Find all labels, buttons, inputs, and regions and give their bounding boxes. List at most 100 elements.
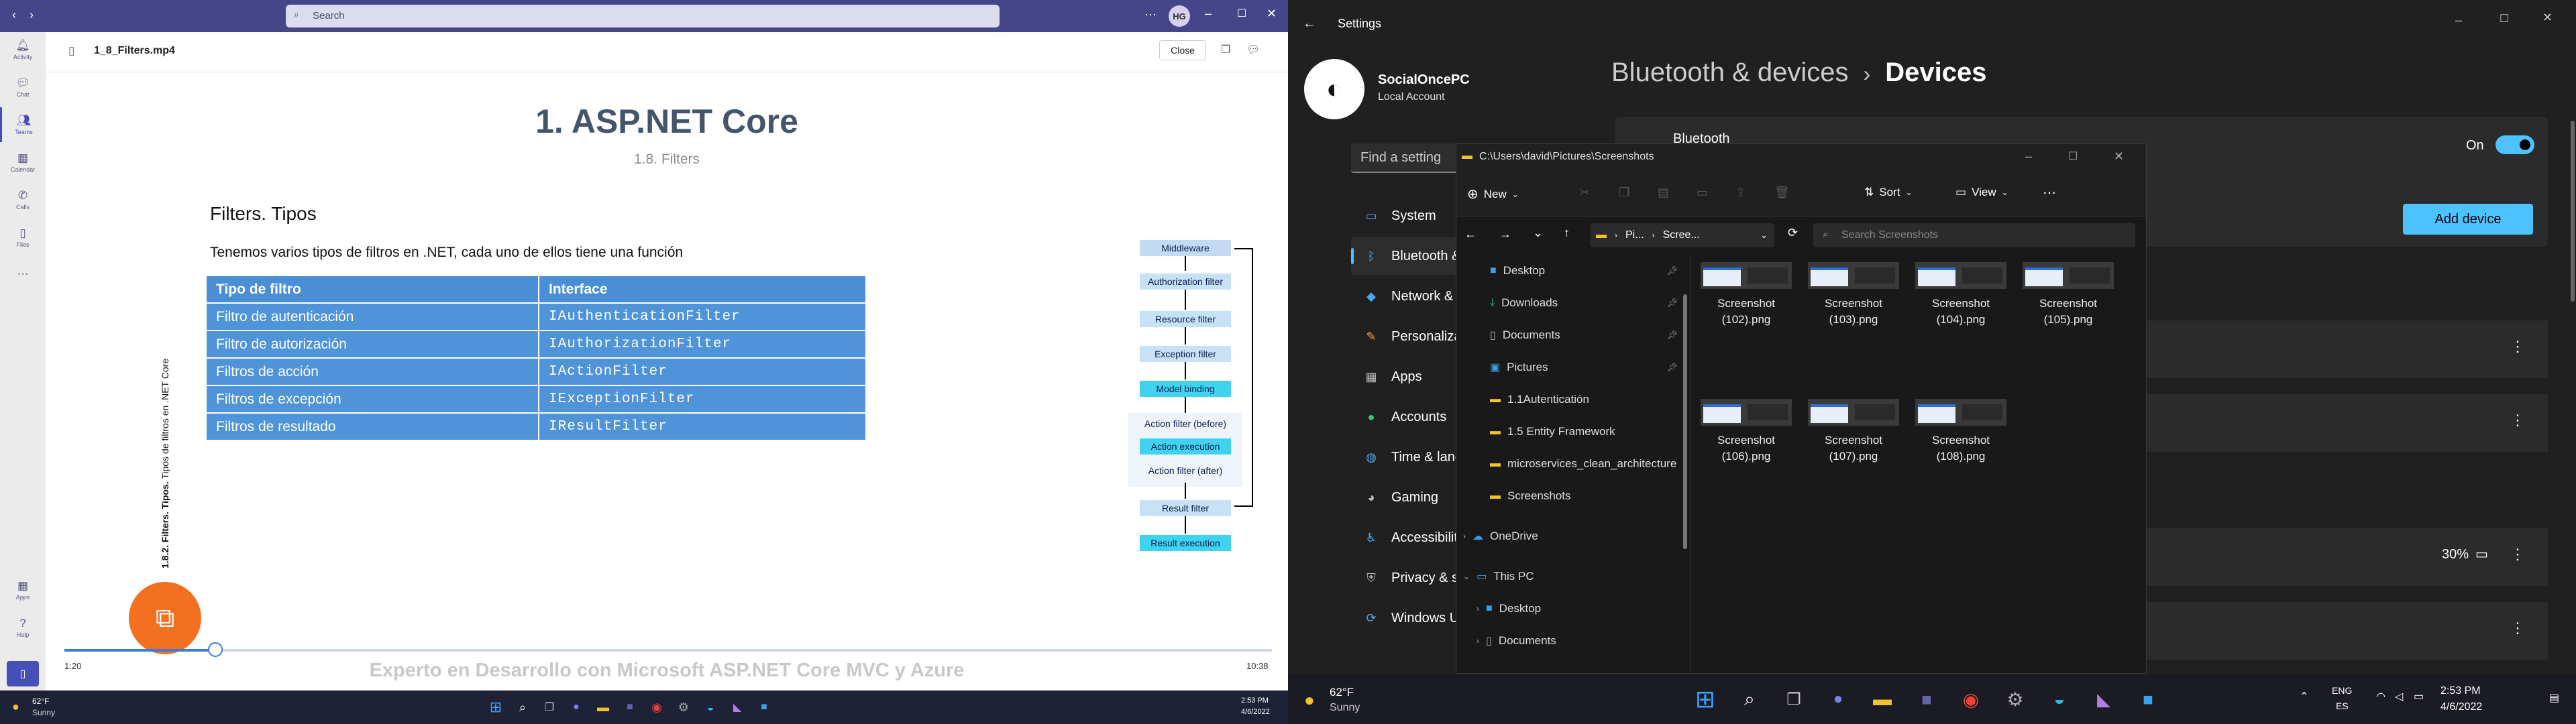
notification-icon[interactable]: ▤: [2549, 691, 2559, 705]
nav-item-folder[interactable]: ▬ microservices_clean_architecture: [1490, 454, 1684, 474]
app-icon[interactable]: ■: [2135, 686, 2161, 713]
search-icon[interactable]: ⌕: [514, 699, 531, 716]
file-item[interactable]: Screenshot (106).png: [1699, 399, 1793, 466]
nav-item-onedrive[interactable]: › ☁ OneDrive: [1463, 526, 1678, 546]
new-button[interactable]: ⊕ New ⌄: [1467, 186, 1519, 202]
app-icon[interactable]: ■: [755, 699, 773, 716]
rail-item-chat[interactable]: 💬︎ Chat: [0, 70, 46, 105]
task-view-icon[interactable]: ❐: [541, 699, 558, 716]
visual-studio-icon[interactable]: ◣: [729, 699, 746, 716]
nav-item-documents[interactable]: ▯ Documents 📌︎: [1490, 325, 1678, 345]
rail-item-calendar[interactable]: ▦ Calendar: [0, 145, 46, 180]
edge-icon[interactable]: ◒: [2046, 686, 2073, 713]
window-icon[interactable]: ❐: [1221, 43, 1230, 56]
address-segment[interactable]: Pi...: [1625, 229, 1644, 241]
maximize-icon[interactable]: ☐: [1237, 7, 1246, 20]
nav-item-downloads[interactable]: ⤓ Downloads 📌︎: [1490, 293, 1678, 313]
chat-icon[interactable]: ●: [1825, 686, 1851, 713]
nav-item-pictures[interactable]: ▣ Pictures 📌︎: [1490, 357, 1678, 377]
cut-icon[interactable]: ✂: [1580, 186, 1590, 200]
nav-item-documents[interactable]: › ▯ Documents: [1477, 631, 1678, 651]
chat-icon[interactable]: ●: [568, 699, 585, 716]
windows-start-icon[interactable]: ⊞: [1692, 685, 1719, 713]
add-device-button[interactable]: Add device: [2403, 204, 2533, 235]
refresh-icon[interactable]: ⟳: [1788, 226, 1798, 240]
up-arrow-icon[interactable]: ↑: [1564, 226, 1570, 240]
file-item[interactable]: Screenshot (105).png: [2021, 262, 2115, 329]
rename-icon[interactable]: ▭: [1697, 186, 1708, 200]
bluetooth-toggle[interactable]: [2496, 135, 2534, 154]
task-view-icon[interactable]: ❐: [1780, 686, 1807, 713]
windows-start-icon[interactable]: ⊞: [487, 699, 504, 716]
chrome-icon[interactable]: ◉: [648, 699, 665, 716]
rail-item-apps[interactable]: ▦ Apps: [0, 572, 46, 607]
chevron-right-icon[interactable]: ›: [1477, 636, 1479, 646]
input-language[interactable]: ENG: [2332, 685, 2352, 696]
rail-item-activity[interactable]: 🔔︎ Activity: [0, 32, 46, 67]
avatar[interactable]: HG: [1169, 5, 1190, 27]
pin-icon[interactable]: 📌︎: [1666, 330, 1678, 341]
rail-item-teams[interactable]: 👥︎ Teams: [0, 107, 46, 142]
file-item[interactable]: Screenshot (103).png: [1807, 262, 1900, 329]
gear-icon[interactable]: ⚙: [2002, 686, 2029, 713]
maximize-icon[interactable]: ☐: [2500, 12, 2509, 25]
share-icon[interactable]: ⇪: [1735, 186, 1746, 200]
breadcrumb-parent[interactable]: Bluetooth & devices: [1611, 58, 1849, 88]
folder-icon[interactable]: ▬: [594, 699, 612, 716]
close-icon[interactable]: ✕: [1267, 7, 1277, 21]
forward-icon[interactable]: ›: [30, 8, 34, 22]
nav-item-folder[interactable]: ▬ 1.1Autenticatión: [1490, 389, 1684, 410]
back-icon[interactable]: ←: [1303, 16, 1316, 32]
delete-icon[interactable]: 🗑︎: [1774, 186, 1790, 200]
file-item[interactable]: Screenshot (102).png: [1699, 262, 1793, 329]
close-icon[interactable]: ✕: [2114, 149, 2124, 164]
more-icon[interactable]: ⋯: [2043, 184, 2056, 201]
folder-icon[interactable]: ▬: [1869, 686, 1896, 713]
minimize-icon[interactable]: –: [2025, 149, 2032, 164]
file-item[interactable]: Screenshot (104).png: [1914, 262, 2008, 329]
settings-scrollbar[interactable]: [2571, 121, 2575, 302]
pin-icon[interactable]: 📌︎: [1666, 298, 1678, 308]
visual-studio-icon[interactable]: ◣: [2090, 686, 2117, 713]
address-bar[interactable]: ▬ › Pi... › Scree... ⌄: [1591, 223, 1774, 247]
edge-icon[interactable]: ◒: [702, 699, 719, 716]
mobile-icon[interactable]: ▯: [7, 661, 39, 686]
more-icon[interactable]: ⋮: [2510, 338, 2525, 355]
maximize-icon[interactable]: ☐: [2068, 149, 2078, 163]
rail-item-files[interactable]: ▯ Files: [0, 220, 46, 255]
nav-item-desktop[interactable]: ■ Desktop 📌︎: [1490, 261, 1678, 281]
more-icon[interactable]: ⋮: [2510, 619, 2525, 637]
forward-arrow-icon[interactable]: →: [1499, 227, 1511, 241]
chevron-right-icon[interactable]: ›: [1463, 532, 1466, 541]
presentation-icon[interactable]: ⧉: [129, 582, 201, 654]
chevron-up-icon[interactable]: ⌃: [2300, 690, 2308, 703]
teams-icon[interactable]: ■: [621, 699, 639, 716]
chat-icon[interactable]: 💬︎: [1246, 43, 1260, 56]
input-region[interactable]: ES: [2336, 701, 2349, 711]
nav-scrollbar[interactable]: [1683, 294, 1687, 549]
rail-item-help[interactable]: ? Help: [0, 610, 46, 645]
pin-icon[interactable]: 📌︎: [1666, 362, 1678, 373]
pin-icon[interactable]: 📌︎: [1666, 265, 1678, 276]
file-item[interactable]: Screenshot (108).png: [1914, 399, 2008, 466]
sort-button[interactable]: ⇅ Sort ⌄: [1864, 186, 1913, 199]
nav-item-this-pc[interactable]: ⌄ ▭ This PC: [1463, 566, 1678, 587]
file-item[interactable]: Screenshot (107).png: [1807, 399, 1900, 466]
back-arrow-icon[interactable]: ←: [1464, 227, 1477, 241]
wifi-icon[interactable]: ◠: [2376, 690, 2385, 703]
more-icon[interactable]: ⋯: [1144, 8, 1157, 22]
chevron-down-icon[interactable]: ⌄: [1533, 226, 1543, 240]
teams-icon[interactable]: ■: [1913, 686, 1940, 713]
rail-more[interactable]: ⋯: [0, 257, 46, 292]
close-icon[interactable]: ✕: [2542, 11, 2553, 25]
chevron-down-icon[interactable]: ⌄: [1760, 230, 1768, 241]
video-progress-track[interactable]: [64, 649, 1272, 652]
chevron-down-icon[interactable]: ⌄: [1463, 572, 1470, 581]
view-button[interactable]: ▭ View ⌄: [1955, 186, 2008, 199]
more-icon[interactable]: ⋮: [2510, 546, 2525, 563]
gear-icon[interactable]: ⚙: [675, 699, 692, 716]
explorer-search-input[interactable]: Search Screenshots: [1813, 223, 2135, 247]
close-button[interactable]: Close: [1159, 40, 1206, 60]
back-icon[interactable]: ‹: [12, 8, 16, 22]
minimize-icon[interactable]: –: [2455, 13, 2462, 27]
